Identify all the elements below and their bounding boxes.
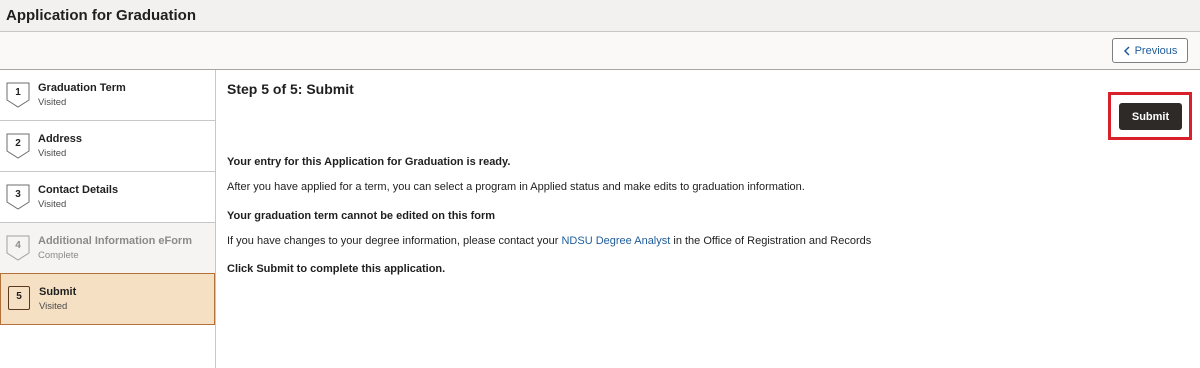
click-submit-instruction: Click Submit to complete this applicatio… [227, 263, 446, 275]
previous-button-label: Previous [1134, 44, 1178, 57]
title-bar: Application for Graduation [0, 0, 1200, 32]
step-item-contact-details[interactable]: 3 Contact Details Visited [0, 172, 215, 223]
navigation-toolbar: Previous [0, 32, 1200, 70]
step-number: 2 [15, 138, 21, 149]
step-item-graduation-term[interactable]: 1 Graduation Term Visited [0, 70, 215, 121]
step-status: Complete [38, 250, 79, 261]
step-status: Visited [38, 97, 67, 108]
applied-info-text: After you have applied for a term, you c… [227, 181, 805, 193]
step-number: 5 [16, 291, 22, 302]
step-number-badge: 1 [6, 82, 30, 108]
degree-changes-prefix: If you have changes to your degree infor… [227, 235, 562, 247]
step-name: Contact Details [38, 184, 119, 196]
submit-button[interactable]: Submit [1119, 103, 1182, 130]
step-status: Visited [38, 148, 67, 159]
step-number: 1 [15, 87, 21, 98]
previous-button[interactable]: Previous [1112, 38, 1188, 63]
step-number: 3 [15, 189, 21, 200]
step-name: Additional Information eForm [38, 235, 192, 247]
step-heading: Step 5 of 5: Submit [227, 81, 354, 97]
step-sidebar: 1 Graduation Term Visited 2 Address Visi… [0, 70, 216, 368]
step-number-badge: 2 [6, 133, 30, 159]
degree-analyst-link[interactable]: NDSU Degree Analyst [561, 235, 670, 247]
chevron-left-icon [1123, 45, 1130, 56]
ready-message: Your entry for this Application for Grad… [227, 156, 511, 168]
step-name: Address [38, 133, 83, 145]
main-content: Step 5 of 5: Submit Submit Your entry fo… [216, 70, 1200, 368]
step-number: 4 [15, 240, 21, 251]
step-number-badge: 4 [6, 235, 30, 261]
step-status: Visited [39, 301, 68, 312]
step-item-additional-information-eform[interactable]: 4 Additional Information eForm Complete [0, 223, 215, 274]
page-title: Application for Graduation [6, 7, 196, 24]
step-name: Graduation Term [38, 82, 126, 94]
degree-changes-suffix: in the Office of Registration and Record… [670, 235, 872, 247]
step-item-submit[interactable]: 5 Submit Visited [0, 273, 215, 325]
degree-changes-text: If you have changes to your degree infor… [227, 235, 871, 247]
step-status: Visited [38, 199, 67, 210]
term-note-heading: Your graduation term cannot be edited on… [227, 210, 496, 222]
step-item-address[interactable]: 2 Address Visited [0, 121, 215, 172]
step-name: Submit [39, 286, 77, 298]
step-number-badge: 3 [6, 184, 30, 210]
step-number-badge: 5 [8, 286, 30, 310]
